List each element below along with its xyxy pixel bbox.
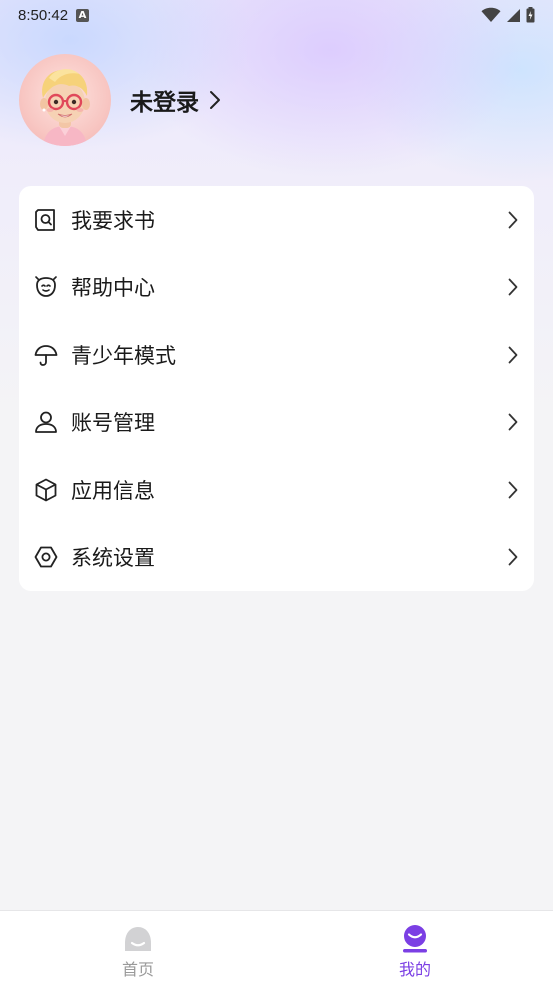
profile-header[interactable]: 未登录	[19, 54, 221, 146]
nav-label-mine: 我的	[398, 960, 431, 979]
nav-item-mine[interactable]: 我的	[355, 911, 475, 984]
login-status-label[interactable]: 未登录	[130, 83, 199, 117]
chevron-right-icon	[506, 480, 520, 500]
chevron-right-icon	[506, 345, 520, 365]
menu-item-book-request[interactable]: 我要求书	[19, 186, 534, 254]
cube-icon	[33, 477, 59, 503]
wifi-icon	[481, 7, 501, 22]
menu-item-label: 帮助中心	[71, 276, 155, 301]
chevron-right-icon	[506, 547, 520, 567]
bottom-nav: 首页 我的	[0, 910, 553, 984]
nav-label-home: 首页	[121, 960, 154, 979]
battery-icon	[526, 7, 535, 23]
status-left: 8:50:42 A	[18, 6, 90, 24]
chevron-right-icon	[506, 210, 520, 230]
status-right	[481, 7, 535, 23]
menu-item-app-info[interactable]: 应用信息	[19, 456, 534, 524]
profile-icon	[403, 925, 427, 953]
menu-item-label: 应用信息	[71, 478, 155, 503]
avatar-image	[40, 69, 90, 146]
help-face-icon	[33, 274, 59, 300]
settings-hex-icon	[33, 544, 59, 570]
menu-item-label: 青少年模式	[71, 343, 176, 368]
chevron-right-icon	[506, 412, 520, 432]
menu-item-label: 账号管理	[71, 411, 155, 436]
umbrella-icon	[33, 342, 59, 368]
user-icon	[33, 409, 59, 435]
nav-item-home[interactable]: 首页	[78, 911, 198, 984]
menu-item-teen-mode[interactable]: 青少年模式	[19, 321, 534, 389]
menu-item-system-settings[interactable]: 系统设置	[19, 524, 534, 592]
menu-item-help-center[interactable]: 帮助中心	[19, 254, 534, 322]
chevron-right-icon	[506, 277, 520, 297]
book-search-icon	[33, 207, 59, 233]
menu-item-label: 系统设置	[71, 546, 155, 571]
signal-icon	[507, 8, 520, 22]
menu-card: 我要求书 帮助中心 青少年模式 账号管理 应用信息 系统设置	[19, 186, 534, 591]
notification-badge-icon: A	[76, 8, 90, 22]
chevron-right-icon[interactable]	[209, 90, 221, 110]
home-icon	[125, 927, 151, 951]
menu-item-account-management[interactable]: 账号管理	[19, 389, 534, 457]
screen: 8:50:42 A 未登录 我要求书 帮助中心 青少年模式 账号管理 应用信息 …	[0, 0, 553, 984]
status-time: 8:50:42	[18, 6, 69, 24]
avatar[interactable]	[19, 54, 111, 146]
menu-item-label: 我要求书	[71, 208, 155, 233]
status-bar: 8:50:42 A	[0, 0, 553, 30]
